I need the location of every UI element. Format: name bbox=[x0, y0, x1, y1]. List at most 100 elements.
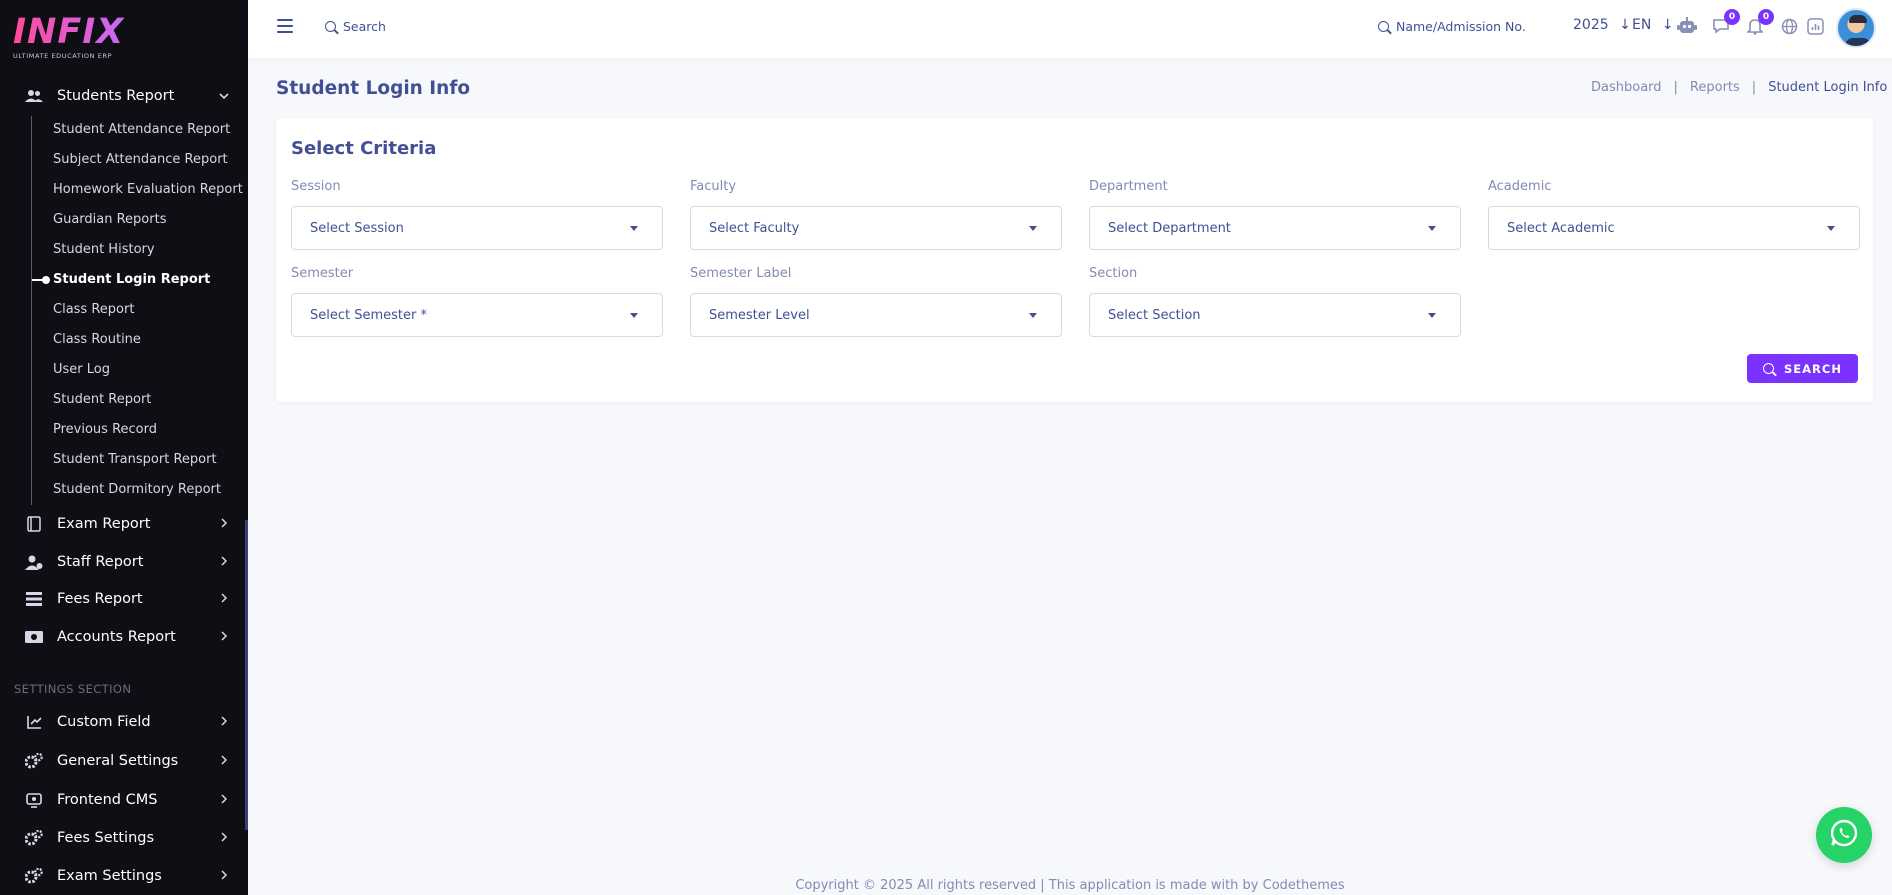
field-icon bbox=[24, 714, 44, 730]
faculty-select-value: Select Faculty bbox=[709, 220, 800, 236]
logo-text: INFIX bbox=[13, 14, 133, 50]
breadcrumb-dashboard[interactable]: Dashboard bbox=[1591, 80, 1662, 95]
search-placeholder: Search bbox=[343, 19, 386, 34]
year-value: 2025 bbox=[1573, 17, 1609, 33]
criteria-card: Select Criteria Session Select Session F… bbox=[276, 118, 1873, 402]
staff-icon bbox=[24, 554, 44, 570]
academic-select-value: Select Academic bbox=[1507, 220, 1615, 236]
sidebar-item-class-report[interactable]: Class Report bbox=[53, 302, 134, 317]
sidebar-menu-accounts-report[interactable]: Accounts Report bbox=[24, 625, 230, 649]
section-select[interactable]: Select Section bbox=[1089, 293, 1461, 337]
caret-down-icon bbox=[1827, 225, 1835, 231]
caret-down-icon bbox=[630, 312, 638, 318]
chat-icon[interactable]: 0 bbox=[1710, 9, 1740, 37]
chevron-down-icon bbox=[218, 89, 230, 103]
sidebar-menu-students-report[interactable]: Students Report bbox=[24, 84, 230, 108]
admission-search-input[interactable]: Name/Admission No. bbox=[1378, 19, 1526, 34]
caret-down-icon bbox=[630, 225, 638, 231]
whatsapp-icon bbox=[1829, 818, 1859, 852]
chevron-right-icon bbox=[218, 869, 230, 883]
department-select-value: Select Department bbox=[1108, 220, 1231, 236]
whatsapp-chat-button[interactable] bbox=[1816, 807, 1872, 863]
settings-section-label: SETTINGS SECTION bbox=[14, 682, 132, 696]
sidebar-item-subject-attendance-report[interactable]: Subject Attendance Report bbox=[53, 152, 228, 167]
sidebar: INFIX ULTIMATE EDUCATION ERP Students Re… bbox=[0, 0, 248, 895]
book-icon bbox=[24, 516, 44, 532]
gears-icon bbox=[24, 868, 44, 884]
submenu-divider bbox=[31, 116, 32, 505]
sidebar-item-student-attendance-report[interactable]: Student Attendance Report bbox=[53, 122, 230, 137]
sidebar-menu-label: Exam Report bbox=[57, 516, 151, 532]
semester-level-select-value: Semester Level bbox=[709, 307, 810, 323]
admission-search-placeholder: Name/Admission No. bbox=[1396, 19, 1526, 34]
analytics-icon[interactable] bbox=[1804, 15, 1826, 37]
bell-icon[interactable]: 0 bbox=[1744, 9, 1774, 37]
page-title: Student Login Info bbox=[276, 78, 471, 99]
caret-down-icon bbox=[1029, 312, 1037, 318]
sidebar-menu-staff-report[interactable]: Staff Report bbox=[24, 550, 230, 574]
sidebar-menu-label: Staff Report bbox=[57, 554, 144, 570]
semester-label-label: Semester Label bbox=[690, 266, 792, 281]
sidebar-menu-label: Frontend CMS bbox=[57, 792, 158, 808]
sidebar-menu-fees-report[interactable]: Fees Report bbox=[24, 587, 230, 611]
sidebar-menu-frontend-cms[interactable]: Frontend CMS bbox=[24, 788, 230, 812]
menu-toggle-icon[interactable] bbox=[277, 19, 293, 33]
session-label: Session bbox=[291, 179, 341, 194]
department-select[interactable]: Select Department bbox=[1089, 206, 1461, 250]
monitor-icon bbox=[24, 792, 44, 808]
chevron-right-icon bbox=[218, 715, 230, 729]
search-icon bbox=[1763, 363, 1775, 374]
sidebar-menu-exam-settings[interactable]: Exam Settings bbox=[24, 864, 230, 888]
sidebar-menu-label: Custom Field bbox=[57, 714, 151, 730]
language-selector[interactable]: EN ↓ bbox=[1632, 17, 1674, 33]
academic-select[interactable]: Select Academic bbox=[1488, 206, 1860, 250]
semester-level-select[interactable]: Semester Level bbox=[690, 293, 1062, 337]
chevron-right-icon bbox=[218, 793, 230, 807]
sidebar-item-student-transport-report[interactable]: Student Transport Report bbox=[53, 452, 217, 467]
breadcrumb-current: Student Login Info bbox=[1768, 80, 1888, 95]
breadcrumb-separator: | bbox=[1673, 80, 1678, 95]
sidebar-item-guardian-reports[interactable]: Guardian Reports bbox=[53, 212, 166, 227]
sidebar-item-homework-evaluation-report[interactable]: Homework Evaluation Report bbox=[53, 182, 243, 197]
faculty-select[interactable]: Select Faculty bbox=[690, 206, 1062, 250]
user-avatar[interactable] bbox=[1836, 8, 1876, 48]
chevron-right-icon bbox=[218, 517, 230, 531]
breadcrumb-reports[interactable]: Reports bbox=[1690, 80, 1740, 95]
sidebar-menu-exam-report[interactable]: Exam Report bbox=[24, 512, 230, 536]
global-search-input[interactable]: Search bbox=[325, 19, 386, 34]
sidebar-menu-fees-settings[interactable]: Fees Settings bbox=[24, 826, 230, 850]
department-label: Department bbox=[1089, 179, 1168, 194]
top-header: Search Name/Admission No. 2025 ↓ EN ↓ 0 … bbox=[248, 0, 1892, 58]
sidebar-item-student-login-report[interactable]: Student Login Report bbox=[53, 272, 210, 287]
sidebar-item-student-report[interactable]: Student Report bbox=[53, 392, 151, 407]
session-select[interactable]: Select Session bbox=[291, 206, 663, 250]
criteria-title: Select Criteria bbox=[291, 138, 437, 159]
footer-copyright: Copyright © 2025 All rights reserved | T… bbox=[795, 878, 1345, 893]
active-indicator bbox=[32, 276, 50, 284]
search-icon bbox=[325, 21, 336, 32]
sidebar-item-class-routine[interactable]: Class Routine bbox=[53, 332, 141, 347]
globe-icon[interactable] bbox=[1778, 15, 1800, 37]
caret-down-icon bbox=[1428, 312, 1436, 318]
sidebar-menu-label: Exam Settings bbox=[57, 868, 162, 884]
chat-badge: 0 bbox=[1724, 9, 1740, 25]
chevron-right-icon bbox=[218, 831, 230, 845]
robot-icon[interactable] bbox=[1676, 15, 1698, 37]
search-button[interactable]: SEARCH bbox=[1747, 354, 1858, 383]
chevron-right-icon bbox=[218, 555, 230, 569]
sidebar-menu-label: Accounts Report bbox=[57, 629, 176, 645]
semester-select[interactable]: Select Semester * bbox=[291, 293, 663, 337]
sidebar-item-previous-record[interactable]: Previous Record bbox=[53, 422, 157, 437]
sidebar-item-student-dormitory-report[interactable]: Student Dormitory Report bbox=[53, 482, 221, 497]
sidebar-item-student-history[interactable]: Student History bbox=[53, 242, 155, 257]
search-icon bbox=[1378, 21, 1389, 32]
avatar-hair bbox=[1849, 15, 1867, 23]
sidebar-scrollbar[interactable] bbox=[245, 520, 248, 830]
sidebar-item-user-log[interactable]: User Log bbox=[53, 362, 110, 377]
sidebar-menu-general-settings[interactable]: General Settings bbox=[24, 749, 230, 773]
sidebar-menu-label: Fees Report bbox=[57, 591, 143, 607]
sidebar-menu-custom-field[interactable]: Custom Field bbox=[24, 710, 230, 734]
sidebar-menu-label: Fees Settings bbox=[57, 830, 155, 846]
app-logo[interactable]: INFIX ULTIMATE EDUCATION ERP bbox=[13, 14, 133, 64]
year-selector[interactable]: 2025 ↓ bbox=[1573, 17, 1631, 33]
